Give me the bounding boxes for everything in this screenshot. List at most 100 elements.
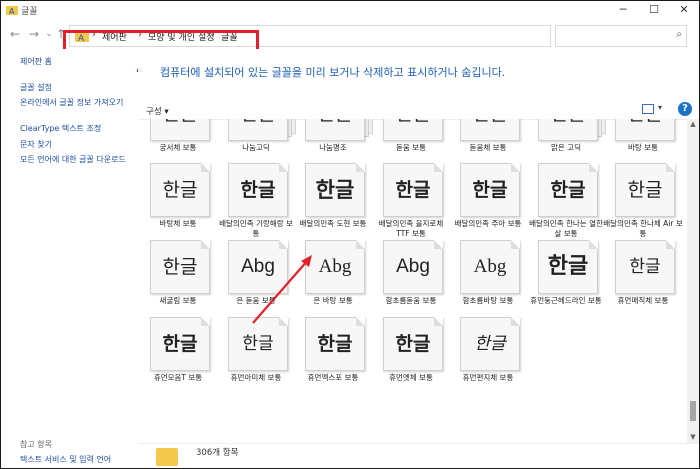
font-preview-icon: 한글 (150, 163, 210, 217)
font-name-label: 휴먼모음T 보통 (153, 373, 203, 382)
back-arrow-icon[interactable]: ← (7, 26, 23, 42)
font-tile[interactable]: 한글 배달의민족 을지로체 TTF 보통 (373, 161, 449, 241)
font-name-label: 나눔명조 (319, 143, 347, 152)
font-tile[interactable]: 한글나눔고딕 (218, 119, 296, 165)
font-sample-text: 한글 (627, 179, 663, 201)
font-folder-icon (156, 448, 178, 466)
font-sample-text: 한글 (162, 256, 198, 278)
vertical-scrollbar[interactable]: ▲ ▼ (687, 119, 699, 443)
font-grid: 한글궁서체 보통한글나눔고딕한글나눔명조한글돋움 보통한글돋움체 보통한글맑은 … (138, 119, 686, 443)
font-preview-icon: 한글 (538, 163, 598, 217)
font-name-label: 배달의민족 기랑해랑 보통 (219, 219, 293, 238)
sidebar-link-font-info-online[interactable]: 온라인에서 글꼴 정보 가져오기 (20, 98, 135, 108)
font-tile[interactable]: 한글나눔명조 (295, 119, 373, 165)
sidebar-link-find-character[interactable]: 문자 찾기 (20, 140, 135, 150)
maximize-button[interactable]: ☐ (639, 1, 669, 19)
font-tile[interactable]: 한글 배달의민족 한나체 Air 보통 (603, 161, 683, 241)
font-name-label: 함초롬바탕 보통 (462, 296, 514, 305)
font-tile[interactable]: 한글배달의민족 도현 보통 (295, 161, 371, 241)
font-tile[interactable]: 한글 휴먼엑스포 보통 (295, 315, 371, 395)
font-name-label: 함초롬돋움 보통 (385, 296, 437, 305)
font-name-label: 바탕 보통 (628, 143, 658, 152)
main-panel: 컴퓨터에 설치되어 있는 글꼴을 미리 보거나 삭제하고 표시하거나 숨깁니다.… (138, 49, 699, 468)
sidebar: 제어판 홈 글꼴 설정 온라인에서 글꼴 정보 가져오기 ClearType 텍… (1, 49, 137, 468)
font-name-label: 궁서체 보통 (159, 143, 197, 152)
font-preview-icon: 한글 (538, 119, 598, 141)
chevron-down-icon[interactable]: ▾ (658, 103, 662, 112)
scrollbar-thumb[interactable] (690, 401, 696, 421)
font-tile[interactable]: 한글 배달의민족 기랑해랑 보통 (218, 161, 294, 241)
font-sample-text: 한글 (317, 333, 353, 355)
font-name-label: 배달의민족 주아 보통 (454, 219, 522, 228)
font-sample-text: 한글 (384, 119, 442, 140)
font-tile[interactable]: 한글 새굴림 보통 (140, 238, 216, 318)
font-tile[interactable]: Abg 함초롬바탕 보통 (450, 238, 526, 318)
font-preview-icon: 한글 (228, 317, 288, 371)
font-folder-icon: A (6, 6, 18, 16)
font-name-label: 휴먼옛체 보통 (389, 373, 433, 382)
font-sample-text: 한글 (162, 179, 198, 201)
font-sample-text: 한글 (629, 257, 661, 277)
font-control-panel-window: A 글꼴 ─ ☐ ✕ ← → ⌄ ↑ A › 제어판 › 모양 및 개인 설정 … (0, 0, 700, 469)
font-tile[interactable]: Abg 은 돋움 보통 (218, 238, 294, 318)
font-sample-text: Abg (318, 256, 352, 277)
font-tile[interactable]: Abg 함초롬돋움 보통 (373, 238, 449, 318)
font-preview-icon: 한글 (383, 317, 443, 371)
font-tile[interactable]: 한글 휴먼둥근헤드라인 보통 (528, 238, 604, 318)
sidebar-link-font-settings[interactable]: 글꼴 설정 (20, 83, 135, 93)
font-tile[interactable]: Abg 은 바탕 보통 (295, 238, 371, 318)
font-sample-text: Abg (396, 256, 430, 277)
font-name-label: 은 돋움 보통 (236, 296, 276, 305)
item-count: 306개 항목 (196, 448, 239, 458)
svg-text:A: A (9, 7, 15, 16)
font-tile[interactable]: 한글돋움체 보통 (450, 119, 526, 165)
font-tile[interactable]: 한글휴먼아미체 보통 (218, 315, 294, 395)
view-options-icon[interactable] (642, 104, 654, 114)
font-sample-text: 한글 (395, 179, 431, 201)
font-preview-icon: 한글 (538, 240, 598, 294)
forward-arrow-icon[interactable]: → (26, 26, 42, 42)
font-preview-icon: 한글 (228, 119, 288, 141)
font-tile[interactable]: 한글 휴먼매직체 보통 (605, 238, 681, 318)
font-tile[interactable]: 한글궁서체 보통 (140, 119, 216, 165)
font-sample-text: 한글 (461, 119, 519, 140)
font-tile[interactable]: 한글맑은 고딕 (528, 119, 606, 165)
sidebar-link-text-services[interactable]: 텍스트 서비스 및 입력 언어 (20, 455, 135, 465)
font-name-label: 휴먼편지체 보통 (462, 373, 514, 382)
sidebar-link-cleartype[interactable]: ClearType 텍스트 조정 (20, 124, 135, 134)
font-tile[interactable]: 한글 배달의민족 주아 보통 (450, 161, 526, 241)
search-input[interactable]: ⌕ (555, 25, 687, 47)
title-bar: A 글꼴 ─ ☐ ✕ (1, 1, 699, 19)
font-tile[interactable]: 한글바탕 보통 (605, 119, 681, 165)
font-preview-icon: 한글 (305, 317, 365, 371)
toolbar: 구성 ▾ ▾ ? (138, 101, 699, 120)
minimize-button[interactable]: ─ (608, 1, 638, 19)
font-name-label: 배달의민족 도현 보통 (299, 219, 367, 228)
close-button[interactable]: ✕ (669, 1, 699, 19)
font-tile[interactable]: 한글돋움 보통 (373, 119, 449, 165)
font-preview-icon: 한글 (305, 119, 365, 141)
status-bar: 306개 항목 (138, 443, 699, 468)
sidebar-link-control-panel-home[interactable]: 제어판 홈 (20, 57, 135, 67)
navigation-bar: ← → ⌄ ↑ A › 제어판 › 모양 및 개인 설정 › 글꼴 ⌄ ↻ ⌕ (1, 19, 699, 72)
font-sample-text: 한글 (229, 119, 287, 140)
font-preview-icon: Abg (305, 240, 365, 294)
sidebar-link-download-fonts[interactable]: 모든 언어에 대한 글꼴 다운로드 (20, 155, 135, 165)
font-preview-icon: Abg (228, 240, 288, 294)
font-tile[interactable]: 한글 휴먼모음T 보통 (140, 315, 216, 395)
font-sample-text: 한글 (315, 178, 355, 202)
font-sample-text: 한글 (242, 334, 274, 354)
font-sample-text: Abg (473, 256, 507, 277)
font-tile[interactable]: 한글 휴먼편지체 보통 (450, 315, 526, 395)
organize-button[interactable]: 구성 ▾ (146, 105, 169, 117)
scroll-down-icon[interactable]: ▼ (689, 433, 697, 441)
font-tile[interactable]: 한글 바탕체 보통 (140, 161, 216, 241)
scroll-up-icon[interactable]: ▲ (689, 120, 697, 128)
page-description: 컴퓨터에 설치되어 있는 글꼴을 미리 보거나 삭제하고 표시하거나 숨깁니다. (160, 66, 506, 79)
help-button[interactable]: ? (678, 102, 692, 116)
font-name-label: 은 바탕 보통 (313, 296, 353, 305)
font-preview-icon: 한글 (460, 119, 520, 141)
font-tile[interactable]: 한글휴먼옛체 보통 (373, 315, 449, 395)
font-name-label: 휴먼아미체 보통 (230, 373, 282, 382)
font-tile[interactable]: 한글 배달의민족 한나는 열한살 보통 (528, 161, 604, 241)
